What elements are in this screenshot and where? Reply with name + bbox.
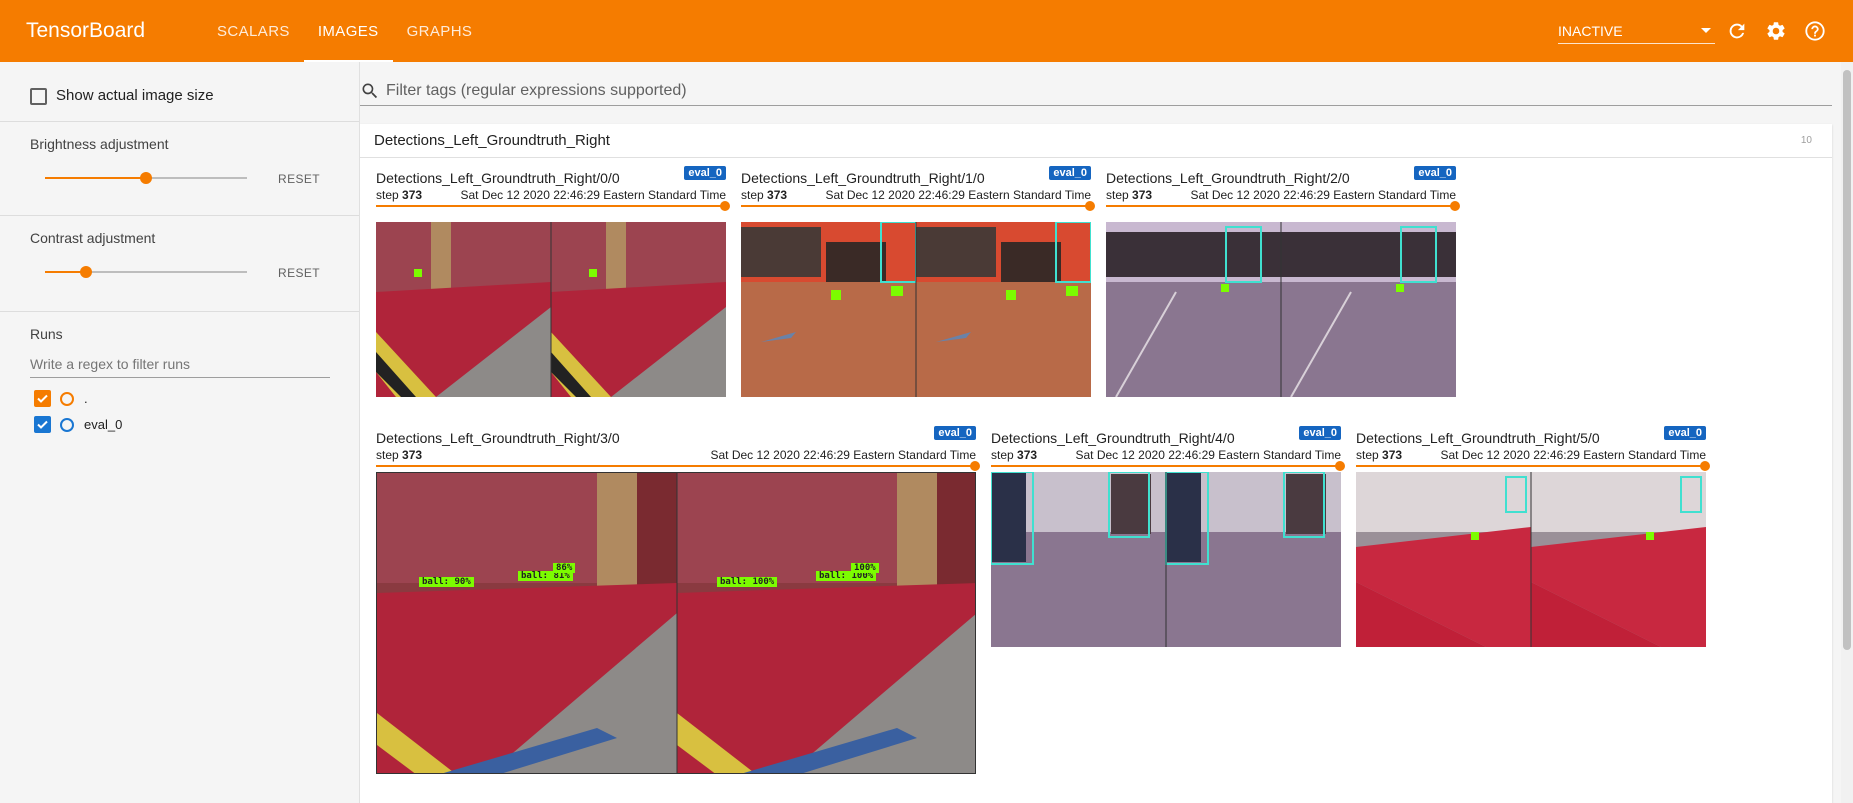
contrast-title: Contrast adjustment	[30, 230, 156, 246]
image-card: Detections_Left_Groundtruth_Right/0/0 ev…	[376, 166, 730, 400]
runs-title: Runs	[30, 326, 63, 342]
run-badge: eval_0	[1664, 426, 1706, 440]
tag-filter[interactable]: Filter tags (regular expressions support…	[360, 76, 1832, 106]
app-title[interactable]: TensorBoard	[26, 19, 203, 43]
card-timestamp: Sat Dec 12 2020 22:46:29 Eastern Standar…	[1075, 448, 1341, 462]
step-slider[interactable]	[1356, 465, 1706, 467]
tab-graphs[interactable]: GRAPHS	[393, 0, 487, 62]
card-step: step 373	[1356, 448, 1403, 462]
detection-label: 86%	[553, 563, 576, 573]
run-color-circle[interactable]	[60, 392, 74, 406]
step-slider[interactable]	[376, 465, 976, 467]
step-slider[interactable]	[376, 205, 726, 207]
card-timestamp: Sat Dec 12 2020 22:46:29 Eastern Standar…	[710, 448, 976, 462]
show-actual-size-section: Show actual image size	[0, 62, 359, 122]
tag-group-header[interactable]: Detections_Left_Groundtruth_Right 10	[360, 124, 1832, 158]
detection-image[interactable]	[1106, 222, 1456, 397]
card-tag: Detections_Left_Groundtruth_Right/2/0	[1106, 170, 1350, 186]
refresh-icon[interactable]	[1724, 18, 1750, 44]
card-step: step 373	[991, 448, 1038, 462]
step-slider-thumb[interactable]	[970, 461, 980, 471]
run-color-circle[interactable]	[60, 418, 74, 432]
detection-image[interactable]	[991, 472, 1341, 647]
scrollbar-thumb[interactable]	[1843, 70, 1851, 650]
run-badge: eval_0	[934, 426, 976, 440]
search-icon	[362, 83, 378, 98]
run-badge: eval_0	[684, 166, 726, 180]
step-slider[interactable]	[991, 465, 1341, 467]
run-label: eval_0	[84, 417, 123, 432]
show-actual-size-checkbox[interactable]	[30, 88, 47, 105]
brightness-reset-button[interactable]: RESET	[278, 172, 320, 186]
card-timestamp: Sat Dec 12 2020 22:46:29 Eastern Standar…	[825, 188, 1091, 202]
brightness-slider-thumb[interactable]	[140, 172, 152, 184]
step-slider-thumb[interactable]	[1450, 201, 1460, 211]
card-tag: Detections_Left_Groundtruth_Right/3/0	[376, 430, 620, 446]
detection-label: ball: 90%	[419, 577, 474, 587]
dashboard-tabs: SCALARS IMAGES GRAPHS	[203, 0, 486, 62]
step-slider-thumb[interactable]	[1085, 201, 1095, 211]
card-tag: Detections_Left_Groundtruth_Right/5/0	[1356, 430, 1600, 446]
help-icon[interactable]	[1802, 18, 1828, 44]
detection-image[interactable]	[1356, 472, 1706, 647]
card-timestamp: Sat Dec 12 2020 22:46:29 Eastern Standar…	[460, 188, 726, 202]
detection-label: 100%	[851, 563, 879, 573]
card-tag: Detections_Left_Groundtruth_Right/0/0	[376, 170, 620, 186]
run-badge: eval_0	[1414, 166, 1456, 180]
card-timestamp: Sat Dec 12 2020 22:46:29 Eastern Standar…	[1440, 448, 1706, 462]
main-scrollbar[interactable]	[1841, 62, 1853, 803]
tab-scalars[interactable]: SCALARS	[203, 0, 304, 62]
settings-icon[interactable]	[1763, 18, 1789, 44]
main-content: Filter tags (regular expressions support…	[360, 62, 1838, 803]
image-card: Detections_Left_Groundtruth_Right/5/0 ev…	[1356, 426, 1710, 660]
image-card: Detections_Left_Groundtruth_Right/3/0 ev…	[376, 426, 980, 790]
step-slider[interactable]	[741, 205, 1091, 207]
step-slider[interactable]	[1106, 205, 1456, 207]
detection-image-enlarged[interactable]: ball: 90% ball: 81% 86% ball: 100% ball:…	[376, 472, 976, 774]
image-card: Detections_Left_Groundtruth_Right/1/0 ev…	[741, 166, 1095, 400]
card-step: step 373	[376, 448, 423, 462]
step-slider-thumb[interactable]	[1700, 461, 1710, 471]
card-step: step 373	[1106, 188, 1153, 202]
card-step: step 373	[376, 188, 423, 202]
contrast-reset-button[interactable]: RESET	[278, 266, 320, 280]
top-app-bar: TensorBoard SCALARS IMAGES GRAPHS INACTI…	[0, 0, 1853, 62]
card-tag: Detections_Left_Groundtruth_Right/4/0	[991, 430, 1235, 446]
card-step: step 373	[741, 188, 788, 202]
run-checkbox[interactable]	[34, 416, 51, 433]
runs-filter-input[interactable]: Write a regex to filter runs	[30, 352, 330, 378]
card-tag: Detections_Left_Groundtruth_Right/1/0	[741, 170, 985, 186]
tab-images[interactable]: IMAGES	[303, 0, 393, 62]
run-label: .	[84, 391, 88, 406]
contrast-section: Contrast adjustment RESET	[0, 216, 359, 312]
brightness-section: Brightness adjustment RESET	[0, 122, 359, 216]
card-timestamp: Sat Dec 12 2020 22:46:29 Eastern Standar…	[1190, 188, 1456, 202]
show-actual-size-label[interactable]: Show actual image size	[56, 87, 214, 104]
brightness-title: Brightness adjustment	[30, 136, 169, 152]
inactive-dashboards-select[interactable]: INACTIVE	[1558, 18, 1715, 44]
contrast-slider-fill	[45, 271, 85, 273]
tag-filter-input[interactable]: Filter tags (regular expressions support…	[386, 82, 687, 100]
step-slider-thumb[interactable]	[720, 201, 730, 211]
tag-group: Detections_Left_Groundtruth_Right 10 Det…	[360, 124, 1832, 803]
detection-image[interactable]	[376, 222, 726, 397]
run-checkbox[interactable]	[34, 390, 51, 407]
detection-image[interactable]	[741, 222, 1091, 397]
tag-group-title: Detections_Left_Groundtruth_Right	[374, 132, 610, 149]
sidebar: Show actual image size Brightness adjust…	[0, 62, 360, 803]
detection-label: ball: 100%	[717, 577, 778, 587]
step-slider-thumb[interactable]	[1335, 461, 1345, 471]
chevron-down-icon	[1701, 28, 1711, 33]
inactive-select-value: INACTIVE	[1558, 22, 1623, 39]
run-badge: eval_0	[1049, 166, 1091, 180]
image-card: Detections_Left_Groundtruth_Right/2/0 ev…	[1106, 166, 1460, 400]
run-badge: eval_0	[1299, 426, 1341, 440]
tag-group-count: 10	[1800, 135, 1812, 146]
runs-section: Runs Write a regex to filter runs . eval…	[0, 312, 359, 512]
contrast-slider-thumb[interactable]	[80, 266, 92, 278]
image-card: Detections_Left_Groundtruth_Right/4/0 ev…	[991, 426, 1345, 660]
brightness-slider-fill	[45, 177, 146, 179]
